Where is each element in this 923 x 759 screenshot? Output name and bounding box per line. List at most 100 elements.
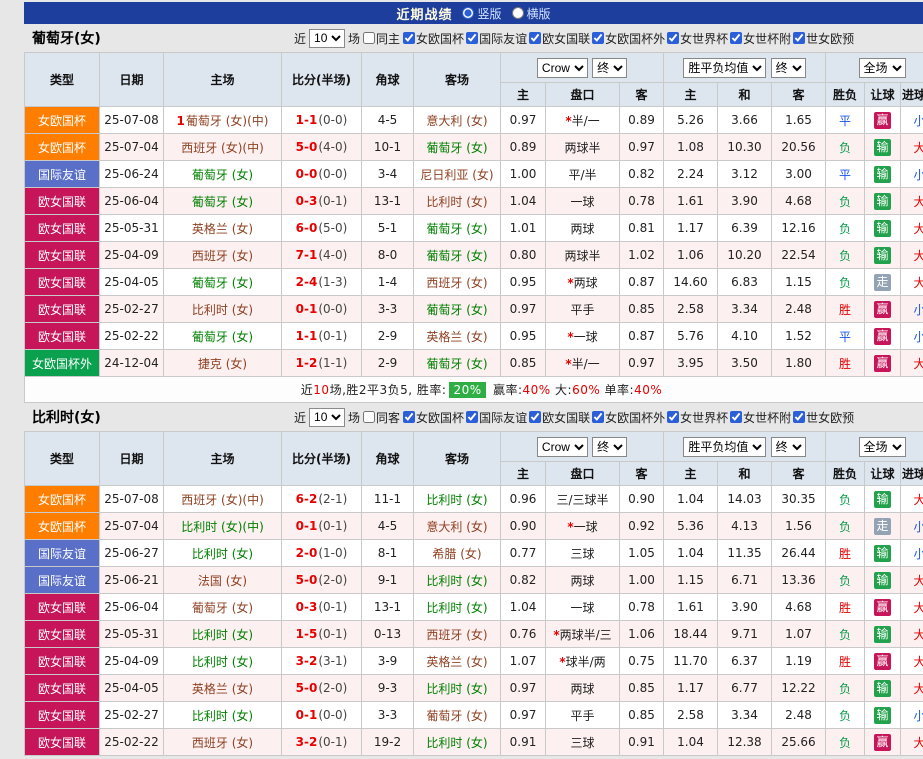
layout-horizontal-radio[interactable]: 横版 xyxy=(511,5,551,22)
away-team[interactable]: 葡萄牙 (女) xyxy=(413,349,501,377)
fulltime-select[interactable]: 全场 xyxy=(858,57,906,78)
avg-final-select[interactable]: 终 xyxy=(770,57,806,78)
home-team[interactable]: 葡萄牙 (女) xyxy=(163,187,282,215)
away-team[interactable]: 希腊 (女) xyxy=(413,539,501,567)
home-team[interactable]: 比利时 (女) xyxy=(163,647,282,675)
league-checkbox[interactable] xyxy=(793,411,806,423)
result: 负 xyxy=(825,728,866,756)
league-filter[interactable]: 女世界杯 xyxy=(667,30,728,47)
odds-source-select[interactable]: Crow xyxy=(536,57,588,78)
home-team[interactable]: 比利时 (女) xyxy=(163,295,282,323)
home-team[interactable]: 葡萄牙 (女) xyxy=(163,160,282,188)
home-team[interactable]: 捷克 (女) xyxy=(163,349,282,377)
home-team[interactable]: 法国 (女) xyxy=(163,566,282,594)
handicap-result: 赢 xyxy=(864,349,902,377)
away-team[interactable]: 英格兰 (女) xyxy=(413,647,501,675)
away-team[interactable]: 比利时 (女) xyxy=(413,566,501,594)
league-checkbox[interactable] xyxy=(793,32,806,44)
same-venue-checkbox[interactable] xyxy=(363,411,376,423)
league-checkbox[interactable] xyxy=(529,32,542,44)
result: 胜 xyxy=(825,539,866,567)
league-checkbox[interactable] xyxy=(466,32,479,44)
league-filter[interactable]: 女欧国杯外 xyxy=(592,30,665,47)
league-checkbox[interactable] xyxy=(667,32,680,44)
league-checkbox[interactable] xyxy=(403,32,416,44)
horizontal-radio-input[interactable] xyxy=(511,7,524,19)
handicap-result: 赢 xyxy=(864,728,902,756)
avg-select[interactable]: 胜平负均值 xyxy=(683,436,767,457)
goals-result: 大 xyxy=(900,728,923,756)
league-filter[interactable]: 国际友谊 xyxy=(466,409,527,426)
league-checkbox[interactable] xyxy=(730,411,743,423)
layout-vertical-radio[interactable]: 竖版 xyxy=(462,5,502,22)
league-checkbox[interactable] xyxy=(730,32,743,44)
league-filter[interactable]: 女欧国杯 xyxy=(403,409,464,426)
avg-draw: 10.30 xyxy=(717,133,772,161)
away-team[interactable]: 英格兰 (女) xyxy=(413,322,501,350)
same-venue-filter[interactable]: 同主 xyxy=(363,30,400,47)
home-team[interactable]: 西班牙 (女)(中) xyxy=(163,485,282,513)
league-checkbox[interactable] xyxy=(592,411,605,423)
odds-final-select[interactable]: 终 xyxy=(592,57,628,78)
home-team[interactable]: 葡萄牙 (女) xyxy=(163,593,282,621)
away-team[interactable]: 意大利 (女) xyxy=(413,106,501,134)
avg-win: 1.04 xyxy=(663,485,718,513)
league-filter[interactable]: 欧女国联 xyxy=(529,30,590,47)
league-checkbox[interactable] xyxy=(592,32,605,44)
home-team[interactable]: 西班牙 (女) xyxy=(163,241,282,269)
league-filter[interactable]: 女欧国杯外 xyxy=(592,409,665,426)
away-team[interactable]: 葡萄牙 (女) xyxy=(413,133,501,161)
match-count-select[interactable]: 10 xyxy=(309,28,346,48)
corners: 5-1 xyxy=(361,214,414,242)
home-team[interactable]: 葡萄牙 (女) xyxy=(163,268,282,296)
odds-source-select[interactable]: Crow xyxy=(536,436,588,457)
home-team[interactable]: 英格兰 (女) xyxy=(163,674,282,702)
away-team[interactable]: 比利时 (女) xyxy=(413,593,501,621)
home-team[interactable]: 比利时 (女)(中) xyxy=(163,512,282,540)
corners: 2-9 xyxy=(361,349,414,377)
away-team[interactable]: 葡萄牙 (女) xyxy=(413,701,501,729)
away-team[interactable]: 葡萄牙 (女) xyxy=(413,241,501,269)
away-team[interactable]: 比利时 (女) xyxy=(413,187,501,215)
league-filter[interactable]: 女世界杯 xyxy=(667,409,728,426)
league-filter[interactable]: 女世杯附 xyxy=(730,30,791,47)
odds-final-select[interactable]: 终 xyxy=(592,436,628,457)
home-team[interactable]: 西班牙 (女)(中) xyxy=(163,133,282,161)
league-filter[interactable]: 欧女国联 xyxy=(529,409,590,426)
away-team[interactable]: 葡萄牙 (女) xyxy=(413,295,501,323)
vertical-radio-input[interactable] xyxy=(462,7,475,19)
away-team[interactable]: 比利时 (女) xyxy=(413,728,501,756)
odds-home: 0.97 xyxy=(500,674,546,702)
league-filter[interactable]: 国际友谊 xyxy=(466,30,527,47)
away-team[interactable]: 西班牙 (女) xyxy=(413,620,501,648)
league-filter[interactable]: 女世杯附 xyxy=(730,409,791,426)
away-team[interactable]: 比利时 (女) xyxy=(413,674,501,702)
home-team[interactable]: 西班牙 (女) xyxy=(163,728,282,756)
league-filter[interactable]: 世女欧预 xyxy=(793,409,854,426)
avg-final-select[interactable]: 终 xyxy=(770,436,806,457)
league-filter[interactable]: 女欧国杯 xyxy=(403,30,464,47)
match-row: 欧女国联 25-06-04 葡萄牙 (女) 0-3(0-1) 13-1 比利时 (女) 1.… xyxy=(24,593,923,621)
home-team[interactable]: 比利时 (女) xyxy=(163,701,282,729)
home-team[interactable]: 1葡萄牙 (女)(中) xyxy=(163,106,282,134)
home-team[interactable]: 葡萄牙 (女) xyxy=(163,322,282,350)
away-team[interactable]: 比利时 (女) xyxy=(413,485,501,513)
league-checkbox[interactable] xyxy=(403,411,416,423)
league-checkbox[interactable] xyxy=(667,411,680,423)
league-checkbox[interactable] xyxy=(529,411,542,423)
league-filter[interactable]: 世女欧预 xyxy=(793,30,854,47)
away-team[interactable]: 西班牙 (女) xyxy=(413,268,501,296)
home-team[interactable]: 比利时 (女) xyxy=(163,539,282,567)
away-team[interactable]: 尼日利亚 (女) xyxy=(413,160,501,188)
home-team[interactable]: 比利时 (女) xyxy=(163,620,282,648)
away-team[interactable]: 意大利 (女) xyxy=(413,512,501,540)
handicap-result: 赢 xyxy=(864,593,902,621)
match-count-select[interactable]: 10 xyxy=(309,407,346,427)
avg-select[interactable]: 胜平负均值 xyxy=(683,57,767,78)
fulltime-select[interactable]: 全场 xyxy=(858,436,906,457)
away-team[interactable]: 葡萄牙 (女) xyxy=(413,214,501,242)
home-team[interactable]: 英格兰 (女) xyxy=(163,214,282,242)
same-venue-checkbox[interactable] xyxy=(363,32,376,44)
same-venue-filter[interactable]: 同客 xyxy=(363,409,400,426)
league-checkbox[interactable] xyxy=(466,411,479,423)
